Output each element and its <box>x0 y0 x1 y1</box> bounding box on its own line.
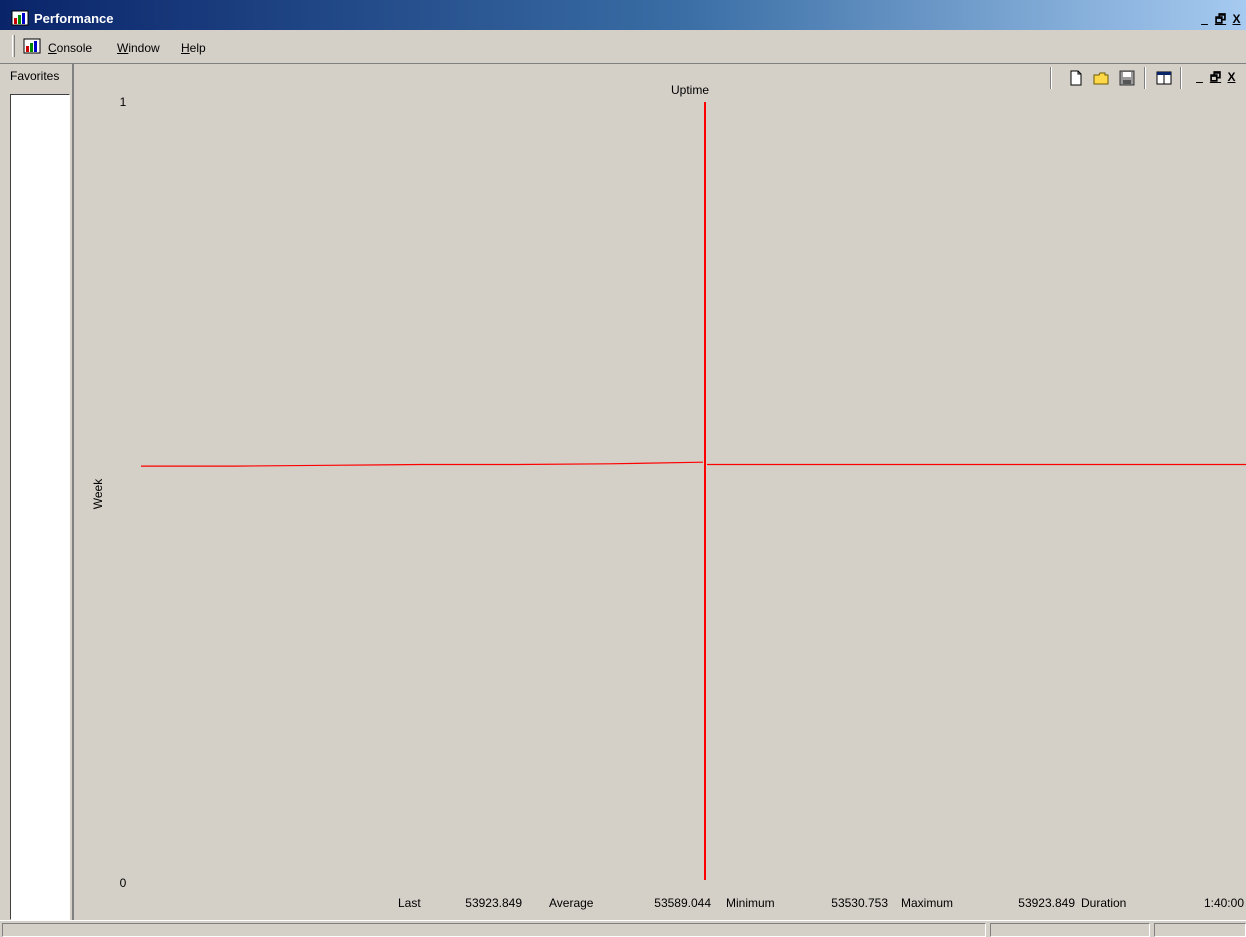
stat-average-value: 53589.044 <box>654 896 711 910</box>
favorites-pane: Favorites <box>8 64 74 920</box>
stat-minimum-value: 53530.753 <box>831 896 888 910</box>
status-bar <box>0 920 1246 937</box>
performance-app-icon <box>11 10 29 26</box>
series-layer <box>141 102 1246 880</box>
status-pane-3 <box>1154 923 1246 937</box>
favorites-tab[interactable]: Favorites <box>8 69 74 89</box>
title-bar[interactable]: Performance _ 🗗 X <box>0 0 1246 30</box>
restore-button[interactable]: 🗗 <box>1213 12 1228 28</box>
menu-help[interactable]: Help <box>181 41 206 55</box>
status-pane-2 <box>990 923 1150 937</box>
y-tick-max: 1 <box>120 95 127 109</box>
menu-console[interactable]: Console <box>48 41 92 55</box>
status-pane-main <box>2 923 986 937</box>
stat-last-label: Last <box>398 896 421 910</box>
stat-maximum-label: Maximum <box>901 896 953 910</box>
uptime-series-line-before <box>141 461 704 467</box>
stat-duration-label: Duration <box>1081 896 1126 910</box>
performance-chart[interactable]: Uptime 1 0 Week Last 53923.849 Average 5… <box>76 66 1246 922</box>
stat-maximum-value: 53923.849 <box>1018 896 1075 910</box>
stat-duration-value: 1:40:00 <box>1204 896 1244 910</box>
favorites-list[interactable] <box>10 94 70 920</box>
stat-last-value: 53923.849 <box>465 896 522 910</box>
console-menu-icon[interactable] <box>23 38 41 54</box>
y-tick-min: 0 <box>120 876 127 890</box>
minimize-button[interactable]: _ <box>1197 12 1212 28</box>
stat-minimum-label: Minimum <box>726 896 775 910</box>
menu-bar: Console Window Help _ 🗗 X <box>0 30 1246 89</box>
menu-window[interactable]: Window <box>117 41 160 55</box>
menu-grip[interactable] <box>12 35 15 57</box>
close-button[interactable]: X <box>1229 12 1244 28</box>
chart-title: Uptime <box>671 83 709 97</box>
window-title: Performance <box>34 11 114 26</box>
stat-average-label: Average <box>549 896 594 910</box>
y-axis-label: Week <box>91 478 105 509</box>
